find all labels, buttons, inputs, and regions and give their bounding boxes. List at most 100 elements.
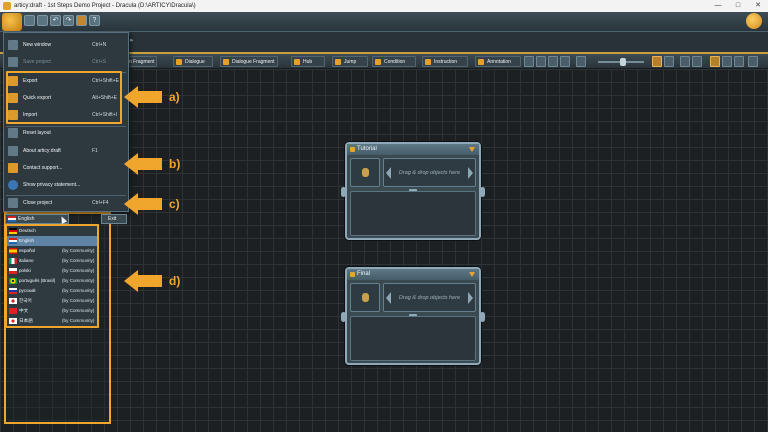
language-option[interactable]: polski (by Community)	[7, 266, 97, 276]
presentation-icon[interactable]	[652, 56, 662, 67]
output-pin[interactable]	[480, 312, 485, 322]
arrow-shaft	[136, 158, 162, 170]
folder-icon[interactable]	[37, 15, 48, 26]
save-icon	[8, 57, 18, 67]
language-option[interactable]: 日本語 (by Community)	[7, 316, 97, 326]
language-option[interactable]: español (by Community)	[7, 246, 97, 256]
menu-label: Save project	[23, 59, 51, 65]
left-arrow-icon[interactable]	[386, 292, 391, 304]
language-option[interactable]: 中文 (by Community)	[7, 306, 97, 316]
node-pin-slot[interactable]	[350, 158, 380, 187]
toolbar-instruction[interactable]: Instruction	[422, 56, 468, 67]
flow-node-final[interactable]: Final Drag & drop objects here	[341, 267, 485, 365]
image-icon[interactable]	[536, 56, 546, 67]
node-drop-zone[interactable]: Drag & drop objects here	[383, 283, 476, 312]
menu-label: New window	[23, 42, 52, 48]
save-icon[interactable]	[24, 15, 35, 26]
community-note: (by Community)	[62, 318, 95, 323]
annotation-label-c: c)	[169, 197, 180, 211]
input-pin[interactable]	[341, 312, 346, 322]
tab-scroll-icon[interactable]: ▸	[130, 36, 144, 48]
maximize-button[interactable]: □	[728, 0, 748, 12]
toolbar-annotation[interactable]: Annotation	[475, 56, 521, 67]
community-note: (by Community)	[62, 298, 95, 303]
node-drop-zone[interactable]: Drag & drop objects here	[383, 158, 476, 187]
menu-item-reset-layout[interactable]: Reset layout	[4, 125, 128, 141]
minimize-button[interactable]: —	[708, 0, 728, 12]
zoom-icon[interactable]	[576, 56, 586, 67]
menu-item-new-window[interactable]: New window Ctrl+N	[4, 37, 128, 53]
node-header[interactable]: Tutorial	[347, 144, 479, 155]
node-body[interactable]	[350, 316, 476, 361]
community-note: (by Community)	[62, 268, 95, 273]
output-pin[interactable]	[480, 187, 485, 197]
drop-hint: Drag & drop objects here	[398, 170, 461, 176]
russian-flag-icon	[9, 288, 17, 294]
arrange-icon[interactable]	[664, 56, 674, 67]
layout-icon[interactable]	[548, 56, 558, 67]
menu-shortcut: F1	[92, 148, 98, 154]
window-title: articy:draft - 1st Steps Demo Project - …	[14, 3, 196, 9]
left-arrow-icon[interactable]	[386, 167, 391, 179]
toolbar-condition[interactable]: Condition	[372, 56, 416, 67]
app-icon	[3, 2, 11, 10]
menu-item-contact-support[interactable]: Contact support...	[4, 160, 128, 176]
language-option[interactable]: 한국어 (by Community)	[7, 296, 97, 306]
help-icon[interactable]: ?	[89, 15, 100, 26]
exit-button[interactable]: Exit	[101, 214, 127, 224]
node-header[interactable]: Final	[347, 269, 479, 280]
toolbar-jump[interactable]: Jump	[332, 56, 368, 67]
menu-item-save-project[interactable]: Save project Ctrl+S	[4, 54, 128, 70]
annotation-arrow-d	[124, 270, 164, 292]
arrow-shaft	[136, 91, 162, 103]
node-pin-slot[interactable]	[350, 283, 380, 312]
node-title: Tutorial	[357, 146, 377, 152]
flow-icon[interactable]	[76, 15, 87, 26]
menu-item-privacy-statement[interactable]: Show privacy statement...	[4, 177, 128, 193]
flow-node-tutorial[interactable]: Tutorial Drag & drop objects here	[341, 142, 485, 240]
zoom-slider-knob[interactable]	[620, 58, 626, 66]
info-icon	[8, 146, 18, 156]
menu-item-about[interactable]: About articy:draft F1	[4, 143, 128, 159]
toolbar-dialogue-fragment[interactable]: Dialogue Fragment	[220, 56, 278, 67]
node-collapse-icon[interactable]	[469, 147, 475, 152]
redo-icon[interactable]: ↷	[63, 15, 74, 26]
columns-icon[interactable]	[692, 56, 702, 67]
language-option[interactable]: Deutsch	[7, 226, 97, 236]
list-view-icon[interactable]	[680, 56, 690, 67]
table-view-icon[interactable]	[748, 56, 758, 67]
language-option[interactable]: русский (by Community)	[7, 286, 97, 296]
node-type-icon	[350, 272, 355, 277]
toolbar-dialogue[interactable]: Dialogue	[173, 56, 213, 67]
menu-shortcut: Ctrl+N	[92, 42, 107, 48]
annotation-arrow-a	[124, 86, 164, 108]
korean-flag-icon	[9, 298, 17, 304]
language-option[interactable]: português (Brasil) (by Community)	[7, 276, 97, 286]
language-name: 한국어	[19, 298, 32, 303]
language-option[interactable]: English	[7, 236, 97, 246]
account-icon[interactable]	[746, 13, 762, 29]
language-name: Deutsch	[19, 228, 36, 233]
language-option[interactable]: italiano (by Community)	[7, 256, 97, 266]
tile-view-icon[interactable]	[710, 56, 720, 67]
grid-icon[interactable]	[524, 56, 534, 67]
community-note: (by Community)	[62, 288, 95, 293]
menu-label: About articy:draft	[23, 148, 61, 154]
text-size-icon[interactable]	[560, 56, 570, 67]
undo-icon[interactable]: ↶	[50, 15, 61, 26]
language-name: 日本語	[19, 318, 33, 323]
close-button[interactable]: ✕	[748, 0, 768, 12]
right-arrow-icon[interactable]	[468, 292, 473, 304]
menu-item-close-project[interactable]: Close project Ctrl+F4	[4, 195, 128, 211]
input-pin[interactable]	[341, 187, 346, 197]
support-icon	[8, 163, 18, 173]
us-flag-icon	[8, 216, 16, 222]
right-arrow-icon[interactable]	[468, 167, 473, 179]
toolbar-hub[interactable]: Hub	[291, 56, 325, 67]
articy-logo-menu-button[interactable]	[2, 13, 22, 31]
detail-view-icon[interactable]	[734, 56, 744, 67]
node-body[interactable]	[350, 191, 476, 236]
menu-label: Show privacy statement...	[23, 182, 81, 188]
node-collapse-icon[interactable]	[469, 272, 475, 277]
grid-view-icon[interactable]	[722, 56, 732, 67]
